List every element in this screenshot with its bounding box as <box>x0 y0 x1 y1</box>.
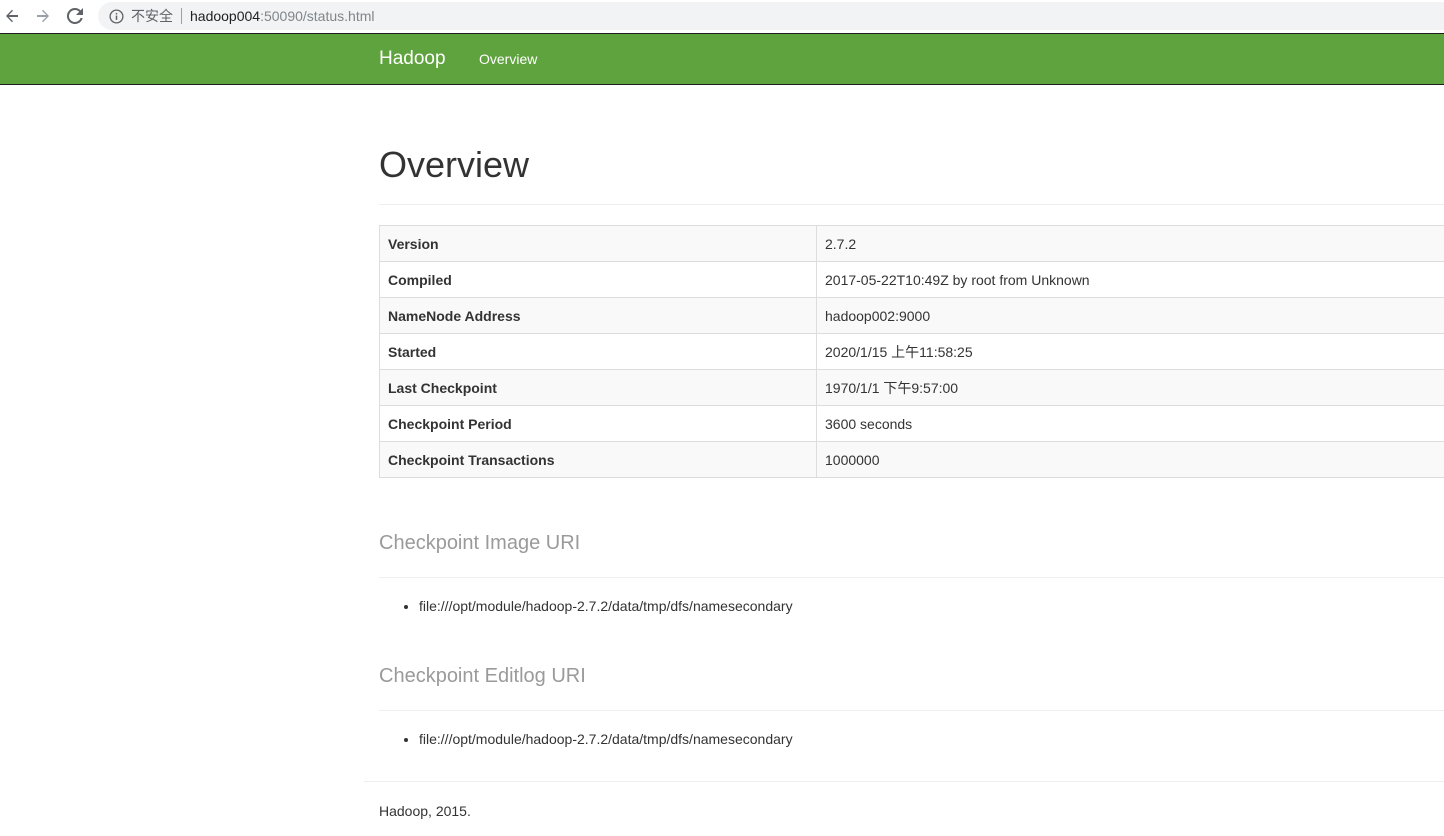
back-button[interactable] <box>1 5 23 27</box>
back-arrow-icon <box>4 8 20 24</box>
row-label: Version <box>379 225 817 262</box>
url-host: hadoop004 <box>190 8 261 24</box>
footer-text: Hadoop, 2015. <box>379 803 471 819</box>
table-row: Started 2020/1/15 上午11:58:25 <box>379 333 1444 370</box>
row-value: 1000000 <box>816 441 1444 478</box>
navbar: Hadoop Overview <box>0 33 1444 85</box>
table-row: Version 2.7.2 <box>379 225 1444 262</box>
title-divider <box>379 204 1444 205</box>
row-value: 3600 seconds <box>816 405 1444 442</box>
table-row: Checkpoint Transactions 1000000 <box>379 441 1444 478</box>
row-value: hadoop002:9000 <box>816 297 1444 334</box>
editlog-uri-divider <box>379 710 1444 711</box>
table-row: Compiled 2017-05-22T10:49Z by root from … <box>379 261 1444 298</box>
table-row: Last Checkpoint 1970/1/1 下午9:57:00 <box>379 369 1444 406</box>
image-uri-divider <box>379 577 1444 578</box>
list-item: file:///opt/module/hadoop-2.7.2/data/tmp… <box>419 598 793 614</box>
row-value: 2.7.2 <box>816 225 1444 262</box>
info-icon[interactable] <box>108 8 124 24</box>
row-label: Started <box>379 333 817 370</box>
row-value: 1970/1/1 下午9:57:00 <box>816 369 1444 406</box>
address-bar[interactable]: 不安全 hadoop004:50090/status.html <box>98 2 1444 30</box>
footer-divider <box>364 781 1444 782</box>
row-label: Checkpoint Period <box>379 405 817 442</box>
image-uri-list: file:///opt/module/hadoop-2.7.2/data/tmp… <box>379 598 793 614</box>
navbar-brand[interactable]: Hadoop <box>379 48 446 70</box>
insecure-label: 不安全 <box>131 8 173 24</box>
reload-button[interactable] <box>64 5 86 27</box>
editlog-uri-list: file:///opt/module/hadoop-2.7.2/data/tmp… <box>379 731 793 747</box>
browser-toolbar: 不安全 hadoop004:50090/status.html <box>0 0 1444 33</box>
list-item: file:///opt/module/hadoop-2.7.2/data/tmp… <box>419 731 793 747</box>
row-label: NameNode Address <box>379 297 817 334</box>
table-row: NameNode Address hadoop002:9000 <box>379 297 1444 334</box>
url-path: :50090/status.html <box>260 8 375 24</box>
table-row: Checkpoint Period 3600 seconds <box>379 405 1444 442</box>
editlog-uri-heading: Checkpoint Editlog URI <box>379 665 586 687</box>
image-uri-heading: Checkpoint Image URI <box>379 532 581 554</box>
forward-arrow-icon <box>35 8 51 24</box>
page-title: Overview <box>379 144 530 185</box>
row-value: 2020/1/15 上午11:58:25 <box>816 333 1444 370</box>
row-label: Checkpoint Transactions <box>379 441 817 478</box>
row-value: 2017-05-22T10:49Z by root from Unknown <box>816 261 1444 298</box>
row-label: Last Checkpoint <box>379 369 817 406</box>
forward-button[interactable] <box>32 5 54 27</box>
nav-link-overview[interactable]: Overview <box>479 51 537 67</box>
overview-table: Version 2.7.2 Compiled 2017-05-22T10:49Z… <box>379 225 1444 478</box>
row-label: Compiled <box>379 261 817 298</box>
reload-icon <box>67 8 83 24</box>
address-divider <box>181 8 182 24</box>
